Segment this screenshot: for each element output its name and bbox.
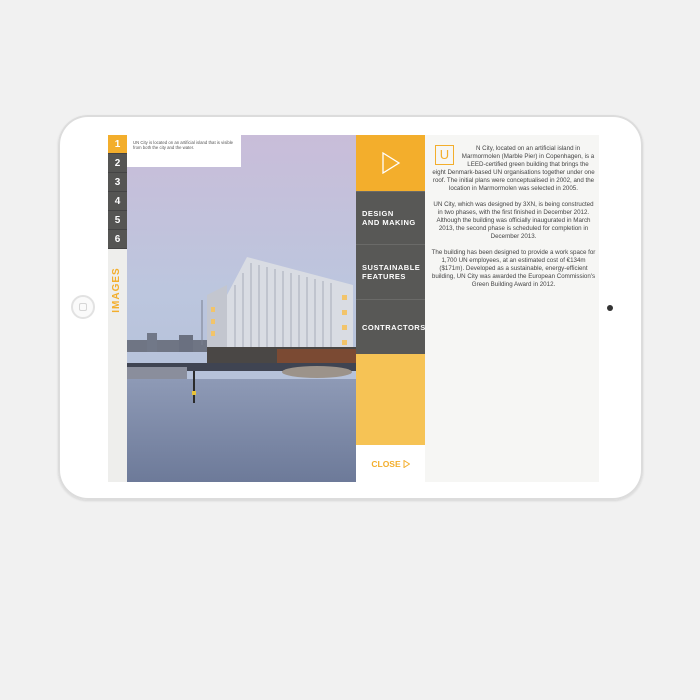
image-number-6[interactable]: 6 (108, 230, 127, 249)
close-button[interactable]: CLOSE (356, 445, 425, 482)
close-label: CLOSE (371, 458, 401, 469)
menu-item-label: SUSTAINABLE (362, 263, 421, 272)
image-number-1[interactable]: 1 (108, 135, 127, 154)
menu-item-label: FEATURES (362, 272, 406, 281)
app-screen: 1 2 3 4 5 6 IMAGES UN City is located on… (108, 135, 599, 482)
image-number-4[interactable]: 4 (108, 192, 127, 211)
home-button[interactable] (71, 295, 95, 319)
article-paragraph-3: The building has been designed to provid… (431, 249, 596, 288)
article-paragraph-2: UN City, which was designed by 3XN, is b… (433, 201, 594, 240)
article-text: UN City, located on an artificial island… (431, 145, 596, 297)
paragraph-text: N City, located on an artificial island … (432, 145, 595, 192)
side-menu: DESIGN AND MAKING SUSTAINABLE FEATURES C… (356, 135, 425, 482)
menu-item-sustainable-features[interactable]: SUSTAINABLE FEATURES (356, 244, 425, 299)
image-caption: UN City is located on an artificial isla… (127, 135, 241, 167)
menu-item-design-and-making[interactable]: DESIGN AND MAKING (356, 191, 425, 244)
menu-header[interactable] (356, 135, 425, 191)
close-arrow-icon (403, 459, 410, 468)
image-number-strip: 1 2 3 4 5 6 IMAGES (108, 135, 127, 482)
image-number-3[interactable]: 3 (108, 173, 127, 192)
article-paragraph-1: UN City, located on an artificial island… (431, 145, 596, 193)
menu-item-label: AND MAKING (362, 218, 416, 227)
image-number-2[interactable]: 2 (108, 154, 127, 173)
menu-spacer (356, 354, 425, 445)
image-number-5[interactable]: 5 (108, 211, 127, 230)
building-photo (127, 135, 356, 482)
camera-icon (607, 305, 613, 311)
play-arrow-icon (381, 152, 400, 174)
menu-item-label: CONTRACTORS (362, 322, 426, 332)
menu-item-label: DESIGN (362, 209, 394, 218)
drop-cap: U (435, 145, 454, 165)
images-label: IMAGES (111, 267, 122, 313)
menu-item-contractors[interactable]: CONTRACTORS (356, 299, 425, 354)
